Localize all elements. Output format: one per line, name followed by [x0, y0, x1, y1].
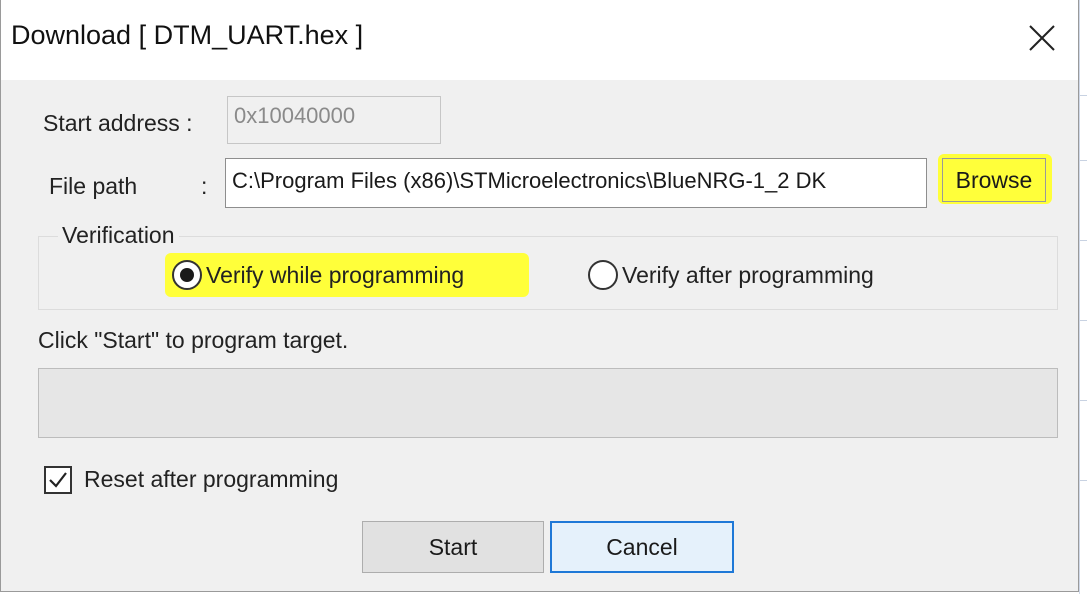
- file-path-label: File path: [49, 173, 138, 199]
- verification-legend: Verification: [58, 222, 179, 249]
- browse-button[interactable]: Browse: [942, 158, 1046, 202]
- radio-selected-dot: [180, 268, 194, 282]
- verify-while-programming-radio[interactable]: [172, 260, 202, 290]
- start-address-label: Start address :: [43, 110, 193, 136]
- edge-tick: [1080, 240, 1087, 241]
- reset-after-programming-label[interactable]: Reset after programming: [84, 466, 338, 493]
- checkmark-icon: [49, 472, 67, 488]
- download-dialog: Download [ DTM_UART.hex ] Start address …: [0, 0, 1079, 592]
- edge-tick: [1080, 480, 1087, 481]
- status-text: Click "Start" to program target.: [38, 327, 349, 353]
- cancel-button[interactable]: Cancel: [550, 521, 734, 573]
- edge-tick: [1080, 320, 1087, 321]
- verify-after-programming-radio[interactable]: [588, 260, 618, 290]
- edge-tick: [1080, 160, 1087, 161]
- verify-after-programming-label[interactable]: Verify after programming: [622, 262, 874, 289]
- programming-progress-bar: [38, 368, 1058, 438]
- close-button[interactable]: [1018, 14, 1066, 62]
- background-window-edge: [1079, 0, 1087, 594]
- close-icon: [1029, 25, 1055, 51]
- edge-tick: [1080, 95, 1087, 96]
- start-button[interactable]: Start: [362, 521, 544, 573]
- reset-after-programming-checkbox[interactable]: [44, 466, 72, 494]
- edge-tick: [1080, 400, 1087, 401]
- verify-while-programming-label[interactable]: Verify while programming: [206, 262, 464, 289]
- file-path-separator: :: [201, 173, 208, 199]
- dialog-title: Download [ DTM_UART.hex ]: [11, 20, 364, 50]
- file-path-field[interactable]: C:\Program Files (x86)\STMicroelectronic…: [225, 158, 927, 208]
- start-address-field: 0x10040000: [227, 96, 441, 144]
- title-bar: Download [ DTM_UART.hex ]: [1, 0, 1078, 80]
